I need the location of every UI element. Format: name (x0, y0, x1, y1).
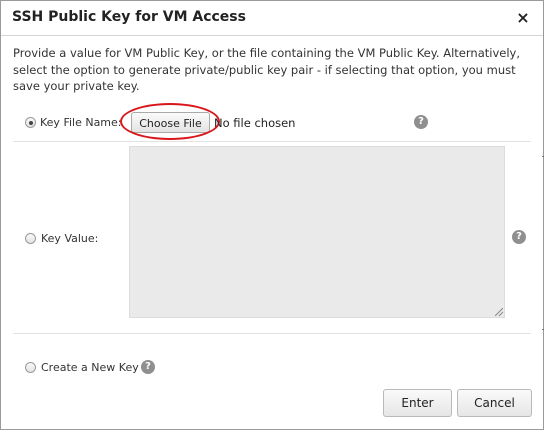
key-file-label: Key File Name: (40, 116, 122, 129)
key-file-help-icon[interactable]: ? (414, 115, 428, 129)
key-value-label: Key Value: (41, 232, 99, 245)
dialog-description: Provide a value for VM Public Key, or th… (13, 46, 520, 93)
key-value-radio[interactable] (25, 233, 36, 244)
new-key-label: Create a New Key (41, 361, 139, 374)
key-value-textarea[interactable] (129, 146, 505, 318)
resize-grip-icon[interactable] (495, 308, 503, 316)
divider-top (13, 141, 531, 142)
divider-bottom (13, 333, 531, 334)
dialog-title: SSH Public Key for VM Access (12, 9, 246, 25)
close-icon[interactable]: × (515, 9, 531, 27)
file-status-text: No file chosen (214, 116, 296, 130)
red-highlight-circle (120, 103, 220, 140)
cancel-button[interactable]: Cancel (457, 389, 532, 417)
key-file-radio[interactable] (25, 117, 36, 128)
enter-button[interactable]: Enter (383, 389, 452, 417)
ssh-key-dialog: SSH Public Key for VM Access × Provide a… (0, 0, 544, 430)
dialog-titlebar: SSH Public Key for VM Access × (1, 1, 543, 36)
key-value-help-icon[interactable]: ? (512, 230, 526, 244)
new-key-help-icon[interactable]: ? (141, 360, 155, 374)
new-key-radio[interactable] (25, 362, 36, 373)
